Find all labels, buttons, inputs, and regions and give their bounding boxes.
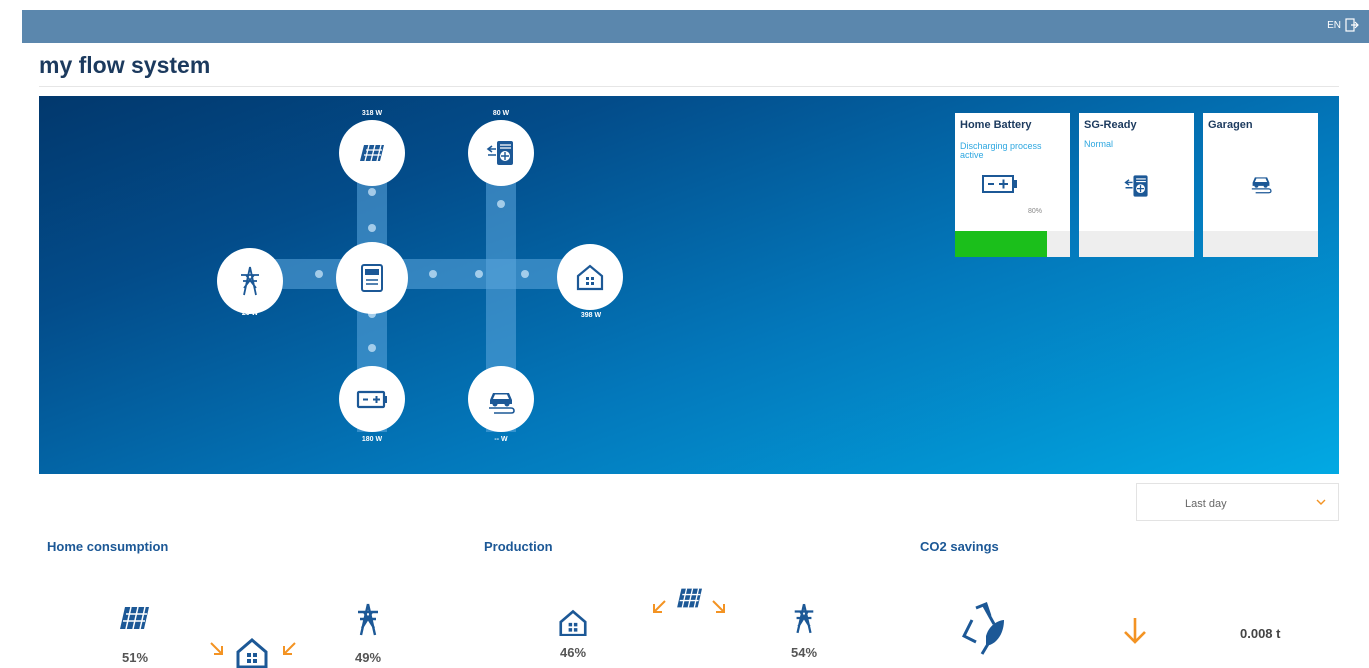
inverter-node[interactable]	[336, 242, 408, 314]
battery-icon	[356, 390, 387, 409]
logout-icon[interactable]	[1345, 18, 1359, 32]
flow-dot	[497, 200, 505, 208]
arrow-down-icon	[1124, 618, 1146, 644]
garagen-card[interactable]: Garagen	[1203, 113, 1318, 257]
co2-savings-title: CO2 savings	[920, 539, 999, 554]
heatpump-icon	[486, 141, 513, 165]
battery-watt: 180 W	[361, 436, 383, 443]
battery-node[interactable]	[339, 366, 405, 432]
energy-flow-panel: 318 W 80 W 20 W 398 W 180 W -- W Home Ba…	[39, 96, 1339, 474]
heatpump-watt: 80 W	[492, 110, 510, 117]
car-watt: -- W	[494, 436, 508, 443]
arrow-down-right-icon	[712, 600, 725, 613]
card-status: Normal	[1084, 139, 1114, 149]
grid-watt: 20 W	[241, 310, 259, 317]
solar-panel-icon	[360, 144, 384, 162]
recycle-leaf-icon	[961, 602, 1004, 655]
battery-icon	[982, 175, 1017, 193]
production-grid-percent: 54%	[790, 645, 818, 660]
solar-node[interactable]	[339, 120, 405, 186]
house-icon	[559, 609, 587, 636]
grid-node[interactable]	[217, 248, 283, 314]
home-battery-card[interactable]: Home Battery Discharging process active …	[955, 113, 1070, 257]
language-switch[interactable]: EN	[1327, 20, 1341, 31]
pipe-horizontal	[255, 259, 595, 289]
period-select-value: Last day	[1185, 498, 1227, 510]
power-pylon-icon	[358, 603, 378, 636]
chevron-down-icon	[1316, 499, 1326, 505]
flow-dot	[475, 270, 483, 278]
period-select[interactable]: Last day	[1136, 483, 1339, 521]
power-pylon-icon	[241, 266, 259, 296]
sg-ready-card[interactable]: SG-Ready Normal	[1079, 113, 1194, 257]
solar-panel-icon	[120, 606, 149, 630]
home-solar-percent: 51%	[121, 650, 149, 665]
heatpump-node[interactable]	[468, 120, 534, 186]
power-pylon-icon	[794, 603, 814, 634]
flow-dot	[368, 344, 376, 352]
ev-car-icon	[489, 393, 515, 414]
home-grid-percent: 49%	[354, 650, 382, 665]
house-watt: 398 W	[580, 312, 602, 319]
card-status: Discharging process active	[960, 141, 1042, 160]
solar-watt: 318 W	[361, 110, 383, 117]
production-title: Production	[484, 539, 553, 554]
card-bar	[1079, 231, 1194, 257]
flow-dot	[368, 224, 376, 232]
arrow-down-left-icon	[283, 642, 296, 655]
card-title: SG-Ready	[1084, 119, 1137, 131]
flow-dot	[315, 270, 323, 278]
solar-panel-icon	[677, 588, 702, 608]
arrow-down-right-icon	[210, 642, 223, 655]
flow-dot	[521, 270, 529, 278]
flow-dot	[368, 188, 376, 196]
card-bar	[1203, 231, 1318, 257]
co2-savings-value: 0.008 t	[1240, 626, 1281, 641]
battery-level-bar	[955, 231, 1047, 257]
house-icon	[576, 264, 604, 291]
car-node[interactable]	[468, 366, 534, 432]
top-bar: EN	[22, 10, 1369, 43]
battery-percent: 80%	[1028, 208, 1043, 215]
card-title: Home Battery	[960, 119, 1032, 131]
heatpump-icon	[1123, 175, 1148, 197]
inverter-icon	[361, 264, 383, 292]
divider	[39, 86, 1339, 87]
arrow-down-left-icon	[653, 600, 666, 613]
home-consumption-title: Home consumption	[47, 539, 169, 554]
house-icon	[236, 638, 268, 668]
house-node[interactable]	[557, 244, 623, 310]
flow-dot	[429, 270, 437, 278]
ev-car-icon	[1251, 177, 1272, 194]
production-house-percent: 46%	[559, 645, 587, 660]
card-title: Garagen	[1208, 119, 1253, 131]
page-title: my flow system	[39, 52, 211, 78]
